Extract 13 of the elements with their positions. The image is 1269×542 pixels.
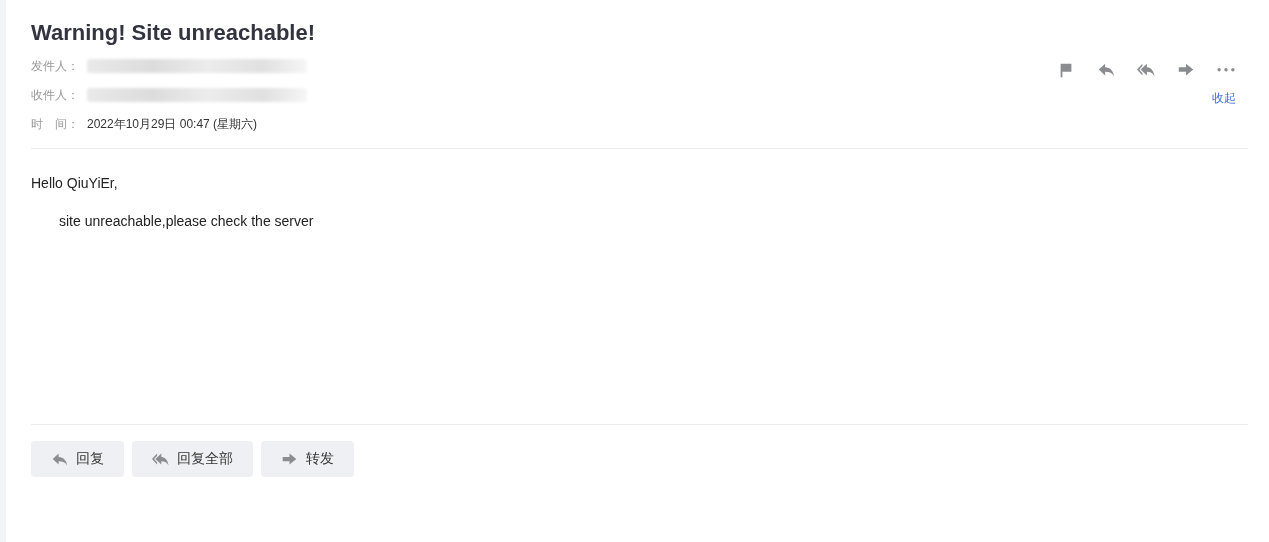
email-subject: Warning! Site unreachable! <box>31 19 315 47</box>
field-value: 2022年10月29日 00:47 (星期六) <box>87 115 258 133</box>
greeting-text: Hello QiuYiEr, <box>31 174 118 192</box>
reply-all-button[interactable]: 回复全部 <box>132 441 253 477</box>
field-label: 发件人： <box>31 57 80 75</box>
collapse-link[interactable]: 收起 <box>1212 90 1236 107</box>
reply-button[interactable]: 回复 <box>31 441 124 477</box>
reply-icon <box>1097 61 1115 79</box>
more-icon <box>1217 68 1235 72</box>
field-label: 收件人： <box>31 86 80 104</box>
field-label: 时 间： <box>31 115 80 133</box>
forward-button[interactable]: 转发 <box>261 441 354 477</box>
message-text: site unreachable,please check the server <box>59 212 314 230</box>
